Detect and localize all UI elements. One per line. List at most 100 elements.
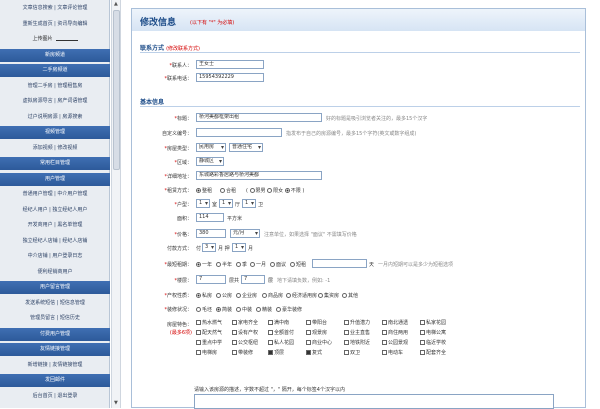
address-input[interactable]: 东城路彩香居路与桥河美都 bbox=[196, 171, 322, 180]
sidebar-nav-item[interactable]: 文章信息搜索 | 文章评论管理 bbox=[0, 2, 110, 15]
sidebar-section-header[interactable]: 发回邮件 bbox=[0, 374, 110, 387]
price-unit-select[interactable]: 元/月 bbox=[230, 229, 260, 238]
feature-checkbox[interactable]: 公园景观 bbox=[382, 339, 408, 346]
term-option[interactable]: 一月 bbox=[250, 261, 266, 268]
sidebar-section-header[interactable]: 用户留言管理 bbox=[0, 281, 110, 294]
contact-name-input[interactable]: 王女士 bbox=[196, 60, 264, 69]
sidebar-nav-item[interactable]: 添加视频 | 修改视频 bbox=[0, 142, 110, 155]
feature-checkbox[interactable]: 全额首付 bbox=[268, 329, 294, 336]
feature-checkbox[interactable]: 电动车 bbox=[382, 349, 403, 356]
feature-checkbox[interactable]: 顶层 bbox=[268, 349, 284, 356]
sidebar-nav-item[interactable]: 新增链接 | 友情链接管理 bbox=[0, 359, 110, 372]
sidebar-section-header[interactable]: 付费用户管理 bbox=[0, 327, 110, 341]
deposit-months-select[interactable]: 1 bbox=[232, 243, 246, 252]
rent-option-whole[interactable]: 整租 bbox=[196, 187, 212, 194]
sidebar-nav-item[interactable]: 开发商用户 | 黑名单管理 bbox=[0, 219, 110, 232]
radio-icon[interactable] bbox=[249, 188, 255, 193]
feature-checkbox[interactable]: 配天然气 bbox=[196, 329, 222, 336]
area-select[interactable]: 静城区 bbox=[196, 157, 224, 166]
feature-checkbox[interactable]: 南北通透 bbox=[382, 319, 408, 326]
room-select[interactable]: 1 bbox=[196, 199, 210, 208]
term-option[interactable]: 半年 bbox=[216, 261, 232, 268]
sidebar-nav-item[interactable]: 中介店铺 | 用户登录日志 bbox=[0, 250, 110, 263]
property-option[interactable]: 经济适用房 bbox=[286, 292, 317, 299]
size-input[interactable]: 114 bbox=[196, 213, 224, 222]
sidebar-scrollbar[interactable]: ▲ ▼ bbox=[111, 0, 121, 408]
feature-checkbox[interactable]: 商业中心 bbox=[306, 339, 332, 346]
sidebar-nav-item[interactable]: 后台首页 | 退出登录 bbox=[0, 390, 110, 403]
hall-select[interactable]: 1 bbox=[219, 199, 233, 208]
feature-checkbox[interactable]: 设有产权 bbox=[232, 329, 258, 336]
term-option[interactable]: 季 bbox=[236, 261, 247, 268]
feature-checkbox[interactable]: 商住两用 bbox=[382, 329, 408, 336]
property-option[interactable]: 企业房 bbox=[236, 292, 257, 299]
feature-checkbox[interactable]: 满中南 bbox=[268, 319, 289, 326]
scroll-up-icon[interactable]: ▲ bbox=[114, 1, 118, 7]
price-input[interactable]: 380 bbox=[196, 229, 226, 238]
term-option[interactable]: 短租 bbox=[290, 261, 306, 268]
upload-field[interactable] bbox=[55, 36, 78, 41]
term-days-input[interactable] bbox=[312, 259, 367, 268]
sidebar-section-header[interactable]: 二手房频道 bbox=[0, 64, 110, 77]
property-option[interactable]: 集资房 bbox=[318, 292, 339, 299]
feature-checkbox[interactable]: 观景房 bbox=[306, 329, 327, 336]
description-textarea[interactable] bbox=[194, 394, 554, 409]
radio-icon[interactable] bbox=[267, 188, 273, 193]
feature-checkbox[interactable]: 重点中学 bbox=[196, 339, 222, 346]
scroll-down-icon[interactable]: ▼ bbox=[114, 400, 118, 406]
sidebar-nav-item[interactable]: 发送系统短信 | 短信息管理 bbox=[0, 297, 110, 310]
sidebar-nav-item[interactable]: 经纪人用户 | 独立经纪人用户 bbox=[0, 204, 110, 217]
sidebar-section-header[interactable]: 用户管理 bbox=[0, 172, 110, 186]
property-option[interactable]: 其他 bbox=[342, 292, 358, 299]
code-input[interactable] bbox=[196, 128, 282, 137]
feature-checkbox[interactable]: 带阳台 bbox=[306, 319, 327, 326]
feature-checkbox[interactable]: 业主直售 bbox=[344, 329, 370, 336]
sidebar-section-header[interactable]: 常用栏目管理 bbox=[0, 157, 110, 170]
sidebar-section-header[interactable]: 新房频道 bbox=[0, 48, 110, 62]
decoration-option[interactable]: 简装 bbox=[216, 306, 232, 313]
feature-checkbox[interactable]: 配套齐全 bbox=[420, 349, 446, 356]
pay-months-select[interactable]: 3 bbox=[202, 243, 216, 252]
floor-input[interactable]: 7 bbox=[196, 275, 226, 284]
term-option[interactable]: 一年 bbox=[196, 261, 212, 268]
floor-total-input[interactable]: 7 bbox=[241, 275, 265, 284]
bath-select[interactable]: 1 bbox=[242, 199, 256, 208]
sidebar-upload-label[interactable]: 上传图片 bbox=[0, 33, 110, 46]
sidebar-nav-item[interactable]: 普通用户管理 | 中介用户管理 bbox=[0, 188, 110, 201]
feature-checkbox[interactable]: 电梯房 bbox=[196, 349, 217, 356]
rent-option-shared[interactable]: 合租 bbox=[220, 187, 236, 194]
feature-checkbox[interactable]: 热水燃气 bbox=[196, 319, 222, 326]
decoration-option[interactable]: 豪华装修 bbox=[276, 306, 302, 313]
feature-checkbox[interactable]: 电梯公寓 bbox=[420, 329, 446, 336]
sidebar-section-header[interactable]: 视频管理 bbox=[0, 126, 110, 139]
feature-checkbox[interactable]: 私家花园 bbox=[420, 319, 446, 326]
scroll-thumb[interactable] bbox=[113, 10, 120, 170]
decoration-option[interactable]: 毛坯 bbox=[196, 306, 212, 313]
feature-checkbox[interactable]: 双卫 bbox=[344, 349, 360, 356]
feature-checkbox[interactable]: 复式 bbox=[306, 349, 322, 356]
decoration-option[interactable]: 精装 bbox=[256, 306, 272, 313]
sidebar-nav-item[interactable]: 便利经销商用户 bbox=[0, 266, 110, 279]
feature-checkbox[interactable]: 临近学校 bbox=[420, 339, 446, 346]
feature-checkbox[interactable]: 地铁附近 bbox=[344, 339, 370, 346]
feature-checkbox[interactable]: 带装修 bbox=[232, 349, 253, 356]
decoration-option[interactable]: 中装 bbox=[236, 306, 252, 313]
sidebar-nav-item[interactable]: 管理员留言 | 短信历史 bbox=[0, 312, 110, 325]
sidebar-nav-item[interactable]: 虚拟房源导言 | 房产词语管理 bbox=[0, 95, 110, 108]
sidebar-nav-item[interactable]: 独立经纪人店铺 | 经纪人店铺 bbox=[0, 235, 110, 248]
property-option[interactable]: 商品房 bbox=[262, 292, 283, 299]
feature-checkbox[interactable]: 私人花园 bbox=[268, 339, 294, 346]
sidebar-nav-item[interactable]: 重新生成首页 | 资讯导向编辑 bbox=[0, 18, 110, 31]
term-option[interactable]: 面议 bbox=[270, 261, 286, 268]
radio-icon[interactable] bbox=[284, 188, 290, 193]
contact-phone-input[interactable]: 15954392229 bbox=[196, 73, 264, 82]
sidebar-nav-item[interactable]: 过户说明房源 | 房源搜索 bbox=[0, 111, 110, 124]
property-option[interactable]: 公房 bbox=[216, 292, 232, 299]
feature-checkbox[interactable]: 家电齐全 bbox=[232, 319, 258, 326]
feature-checkbox[interactable]: 公交枢纽 bbox=[232, 339, 258, 346]
house-subtype-select[interactable]: 普通住宅 bbox=[229, 143, 263, 152]
title-input[interactable]: 桥河美都框架出租 bbox=[196, 113, 322, 122]
property-option[interactable]: 私房 bbox=[196, 292, 212, 299]
sidebar-nav-item[interactable]: 管理二手房 | 管理租售房 bbox=[0, 80, 110, 93]
house-type-select[interactable]: 民用房 bbox=[196, 143, 226, 152]
